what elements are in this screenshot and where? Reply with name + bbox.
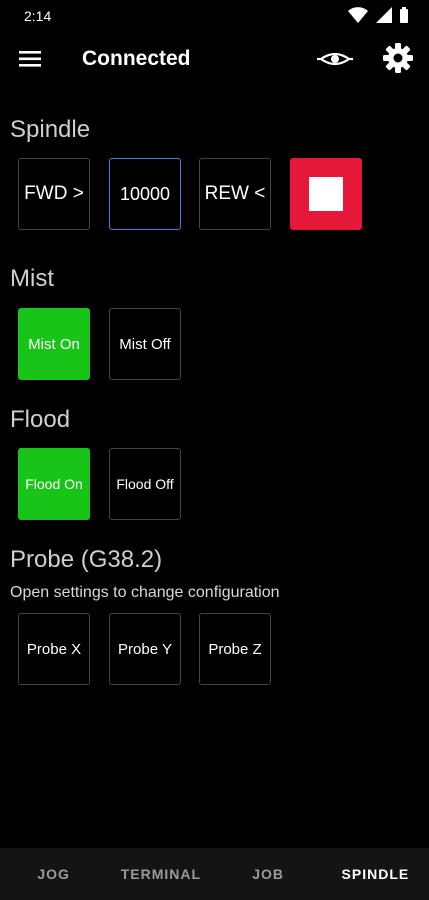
app-bar: Connected [0, 32, 429, 88]
probe-z-button[interactable]: Probe Z [199, 613, 271, 685]
menu-icon[interactable] [18, 48, 44, 70]
spindle-speed-input[interactable] [109, 158, 181, 230]
status-time: 2:14 [24, 8, 52, 24]
spindle-fwd-button[interactable]: FWD > [18, 158, 90, 230]
flood-on-button[interactable]: Flood On [18, 448, 90, 520]
tab-jog[interactable]: JOG [0, 848, 107, 900]
wifi-icon [348, 7, 368, 23]
flood-off-button[interactable]: Flood Off [109, 448, 181, 520]
tab-job[interactable]: JOB [215, 848, 322, 900]
page-title: Connected [82, 47, 191, 70]
battery-icon [400, 7, 408, 23]
signal-icon [376, 7, 392, 23]
flood-label: Flood [10, 406, 71, 433]
probe-subtitle: Open settings to change configuration [10, 584, 280, 601]
status-icons [347, 6, 409, 24]
spindle-label: Spindle [10, 116, 91, 143]
spindle-rew-button[interactable]: REW < [199, 158, 271, 230]
tab-spindle[interactable]: SPINDLE [322, 848, 429, 900]
spindle-stop-button[interactable] [290, 158, 362, 230]
probe-label: Probe (G38.2) [10, 546, 163, 573]
visibility-icon[interactable] [316, 46, 354, 72]
gear-icon[interactable] [382, 42, 414, 74]
status-bar: 2:14 [0, 0, 429, 32]
bottom-nav: JOG TERMINAL JOB SPINDLE [0, 848, 429, 900]
tab-terminal[interactable]: TERMINAL [107, 848, 214, 900]
mist-off-button[interactable]: Mist Off [109, 308, 181, 380]
mist-on-button[interactable]: Mist On [18, 308, 90, 380]
stop-icon [309, 177, 343, 211]
mist-label: Mist [10, 265, 54, 292]
probe-x-button[interactable]: Probe X [18, 613, 90, 685]
probe-y-button[interactable]: Probe Y [109, 613, 181, 685]
